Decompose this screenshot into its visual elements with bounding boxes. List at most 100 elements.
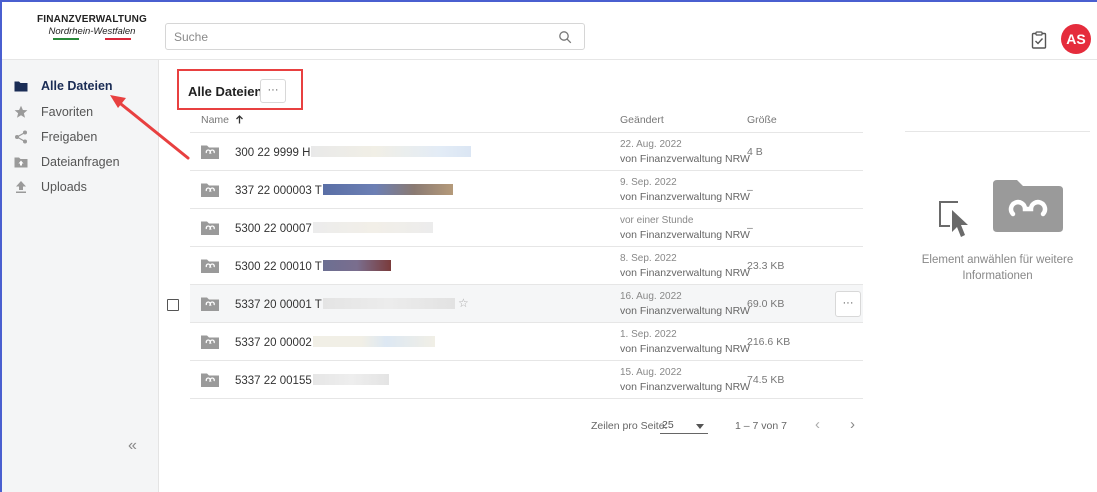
clipboard-check-icon[interactable] [1031, 31, 1047, 49]
row-date: 16. Aug. 2022 [620, 291, 682, 302]
share-icon [15, 130, 27, 144]
collapse-sidebar-button[interactable]: « [128, 437, 137, 455]
logo[interactable]: FINANZVERWALTUNG Nordrhein-Westfalen [32, 14, 152, 40]
folder-link-icon [201, 297, 219, 311]
previous-page-button[interactable]: ‹ [815, 416, 820, 433]
folder-link-icon [201, 221, 219, 235]
logo-subtitle: Nordrhein-Westfalen [48, 26, 136, 37]
folder-link-icon [993, 180, 1063, 232]
row-owner: von Finanzverwaltung NRW [620, 381, 750, 393]
row-owner: von Finanzverwaltung NRW [620, 153, 750, 165]
search-icon[interactable] [558, 30, 572, 44]
table-row[interactable]: 5337 20 00002 1. Sep. 2022 von Finanzver… [190, 323, 863, 361]
redacted-text [312, 374, 389, 385]
folder-more-button[interactable]: ··· [260, 79, 286, 103]
row-name: 5337 20 00002 [235, 336, 435, 349]
column-header-changed[interactable]: Geändert [620, 114, 664, 126]
column-header-name[interactable]: Name [201, 114, 244, 126]
row-size: – [747, 184, 753, 196]
details-empty-message: Element anwählen für weitere Information… [921, 254, 1074, 282]
redacted-text [322, 260, 391, 271]
table-row[interactable]: 337 22 000003 T 9. Sep. 2022 von Finanzv… [190, 171, 863, 209]
row-name: 5300 22 00007 [235, 222, 433, 235]
avatar[interactable]: AS [1061, 24, 1091, 54]
favorite-star-icon[interactable]: ☆ [458, 296, 469, 310]
row-size: 69.0 KB [747, 298, 785, 310]
rows-per-page-label: Zeilen pro Seite: [591, 420, 668, 432]
row-owner: von Finanzverwaltung NRW [620, 343, 750, 355]
row-owner: von Finanzverwaltung NRW [620, 191, 750, 203]
row-name-text: 300 22 9999 H [235, 147, 311, 159]
row-name: 5337 22 00155 [235, 374, 389, 387]
sidebar-item-dateianfragen[interactable]: Dateianfragen [14, 152, 120, 172]
logo-stripe [53, 38, 131, 40]
folder-link-icon [201, 259, 219, 273]
select-cursor-icon [939, 201, 968, 237]
column-header-name-label: Name [201, 114, 230, 126]
table-row[interactable]: 5337 20 00001 T ☆ 16. Aug. 2022 von Fina… [190, 285, 863, 323]
row-date: 9. Sep. 2022 [620, 177, 677, 188]
table-row[interactable]: 5300 22 00007 vor einer Stunde von Finan… [190, 209, 863, 247]
row-name: 337 22 000003 T [235, 184, 453, 197]
row-size: 216.6 KB [747, 336, 791, 348]
folder-link-icon [201, 183, 219, 197]
row-date: 1. Sep. 2022 [620, 329, 677, 340]
sidebar-item-label: Dateianfragen [41, 155, 120, 169]
row-owner: von Finanzverwaltung NRW [620, 229, 750, 241]
row-name-text: 5337 20 00001 T [235, 299, 322, 311]
redacted-text [322, 298, 455, 309]
row-size: 23.3 KB [747, 260, 785, 272]
redacted-text [322, 184, 453, 195]
row-name-text: 337 22 000003 T [235, 185, 322, 197]
row-date: 8. Sep. 2022 [620, 253, 677, 264]
upload-icon [16, 181, 26, 193]
row-size: – [747, 222, 753, 234]
redacted-text [312, 222, 433, 233]
row-name-text: 5337 20 00002 [235, 337, 312, 349]
row-owner: von Finanzverwaltung NRW [620, 267, 750, 279]
row-select-checkbox[interactable] [167, 299, 179, 311]
search-placeholder: Suche [174, 30, 209, 44]
table-row[interactable]: 5337 22 00155 15. Aug. 2022 von Finanzve… [190, 361, 863, 399]
sidebar-item-label: Favoriten [41, 105, 94, 119]
rows-per-page-select[interactable]: 25 [660, 418, 708, 434]
rows-per-page-value: 25 [662, 419, 674, 431]
folder-icon [14, 81, 28, 92]
row-name-text: 5300 22 00007 [235, 223, 312, 235]
search-input[interactable]: Suche [165, 23, 585, 50]
row-name: 5300 22 00010 T [235, 260, 391, 273]
details-divider [905, 131, 1090, 132]
row-date: 22. Aug. 2022 [620, 139, 682, 150]
logo-title: FINANZVERWALTUNG [36, 14, 148, 25]
row-date: vor einer Stunde [620, 215, 694, 226]
sidebar-item-alle-dateien[interactable]: Alle Dateien [14, 76, 113, 96]
pagination-range: 1 – 7 von 7 [735, 420, 787, 432]
sidebar-item-label: Alle Dateien [41, 79, 113, 93]
redacted-text [312, 336, 435, 347]
folder-link-icon [201, 373, 219, 387]
redacted-text [311, 146, 472, 157]
column-header-size[interactable]: Größe [747, 114, 777, 126]
folder-link-icon [201, 145, 219, 159]
table-row[interactable]: 5300 22 00010 T 8. Sep. 2022 von Finanzv… [190, 247, 863, 285]
app-header: FINANZVERWALTUNG Nordrhein-Westfalen Suc… [2, 2, 1097, 60]
sidebar-item-label: Freigaben [41, 130, 98, 144]
row-name: 5337 20 00001 T [235, 298, 455, 311]
row-date: 15. Aug. 2022 [620, 367, 682, 378]
row-name-text: 5337 22 00155 [235, 375, 312, 387]
table-row[interactable]: 300 22 9999 H 22. Aug. 2022 von Finanzve… [190, 133, 863, 171]
page-title: Alle Dateien [188, 84, 263, 99]
sidebar-item-label: Uploads [41, 180, 87, 194]
caret-down-icon [696, 424, 704, 429]
sidebar-item-uploads[interactable]: Uploads [14, 177, 87, 197]
next-page-button[interactable]: › [850, 416, 855, 433]
row-owner: von Finanzverwaltung NRW [620, 305, 750, 317]
row-more-button[interactable]: ··· [835, 291, 861, 317]
row-name-text: 5300 22 00010 T [235, 261, 322, 273]
star-icon [14, 105, 28, 118]
row-size: 4 B [747, 146, 763, 158]
sidebar-item-favoriten[interactable]: Favoriten [14, 102, 93, 122]
folder-upload-icon [14, 157, 28, 168]
sidebar-item-freigaben[interactable]: Freigaben [14, 127, 97, 147]
sort-ascending-icon [235, 115, 243, 124]
